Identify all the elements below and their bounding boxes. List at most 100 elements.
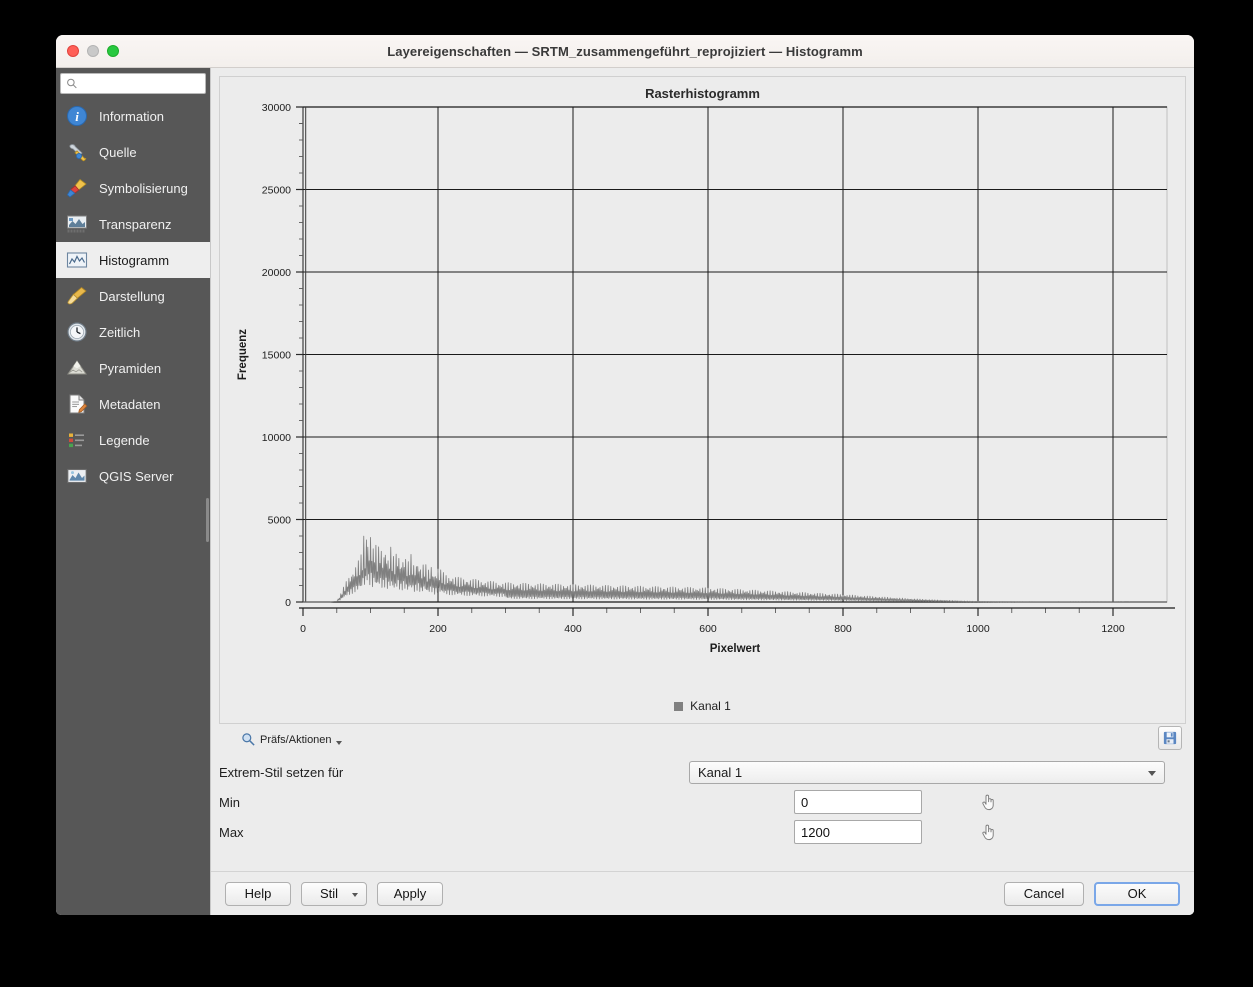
y-tick-label: 5000 [268,515,292,527]
x-tick-label: 0 [300,623,306,635]
minimize-window-button[interactable] [87,45,99,57]
sidebar-item-label: Pyramiden [99,360,162,376]
sidebar-item-label: Transparenz [99,216,172,232]
x-tick-label: 200 [429,623,447,635]
sidebar-item-label: Darstellung [99,288,165,304]
sidebar-nav-list: i Information Quelle Symbolisierung Transpar… [56,98,210,494]
chart-canvas: 0 5000 10000 15000 20000 25000 30000 0 200 400 600… [237,102,1175,655]
y-tick-label: 10000 [262,432,291,444]
window-controls [67,45,119,57]
x-tick-label: 1000 [966,623,990,635]
sidebar-item-metadaten[interactable]: Metadaten [56,386,210,422]
save-histogram-button[interactable] [1158,726,1182,750]
sidebar-item-information[interactable]: i Information [56,98,210,134]
band-select[interactable]: Kanal 1 [689,760,1165,784]
x-tick-label: 400 [564,623,582,635]
chart-legend: Kanal 1 [220,699,1185,713]
prefs-actions-label: Präfs/Aktionen [260,733,332,746]
sidebar-item-histogramm[interactable]: Histogramm [56,242,210,278]
min-picker-icon[interactable] [978,792,998,812]
sidebar-item-quelle[interactable]: Quelle [56,134,210,170]
hand-pointer-icon [982,824,994,840]
sidebar-item-label: Quelle [99,144,137,160]
paintbrush-icon [66,285,88,307]
sidebar: i Information Quelle Symbolisierung Transpar… [56,68,210,915]
min-input[interactable] [794,790,922,814]
hand-pointer-icon [982,794,994,810]
content-panel: Rasterhistogramm 0 5000 10000 15000 20000 250… [210,68,1194,915]
window-titlebar: Layereigenschaften — SRTM_zusammengeführ… [56,35,1194,68]
x-axis-title: Pixelwert [710,643,761,655]
raster-icon [66,213,88,235]
sidebar-item-pyramiden[interactable]: Pyramiden [56,350,210,386]
chevron-down-icon [1148,770,1156,776]
document-icon [66,393,88,415]
dialog-body: i Information Quelle Symbolisierung Transpar… [56,68,1194,915]
chevron-down-icon [335,741,342,745]
y-tick-label: 25000 [262,185,291,197]
y-axis-title: Frequenz [237,329,249,380]
chevron-down-icon [352,892,358,897]
help-button[interactable]: Help [225,881,291,906]
sidebar-item-symbolisierung[interactable]: Symbolisierung [56,170,210,206]
extrem-style-label: Extrem-Stil setzen für [219,764,344,780]
histogram-icon [66,249,88,271]
x-tick-label: 600 [699,623,717,635]
sidebar-item-transparenz[interactable]: Transparenz [56,206,210,242]
sidebar-item-label: Symbolisierung [99,180,188,196]
extrem-style-row: Extrem-Stil setzen für Kanal 1 [219,760,1182,784]
legend-label-kanal-1: Kanal 1 [690,699,731,713]
pyramid-icon [66,357,88,379]
max-label: Max [219,824,244,840]
y-tick-label: 0 [285,597,291,609]
magnifier-prefs-icon [242,733,255,746]
dialog-footer: Help Stil Apply Cancel OK [211,871,1194,915]
floppy-save-icon [1163,731,1177,745]
close-window-button[interactable] [67,45,79,57]
footer-right-buttons: Cancel OK [1004,881,1180,906]
stil-button[interactable]: Stil [301,881,367,906]
x-tick-label: 1200 [1101,623,1125,635]
min-row: Min [219,790,1182,814]
apply-button[interactable]: Apply [377,881,443,906]
sidebar-item-label: QGIS Server [99,468,174,484]
svg-text:i: i [75,109,79,124]
max-picker-icon[interactable] [978,822,998,842]
layer-properties-dialog: Layereigenschaften — SRTM_zusammengeführ… [56,35,1194,915]
sidebar-item-label: Information [99,108,165,124]
search-icon [67,78,77,89]
sidebar-item-label: Zeitlich [99,324,141,340]
cancel-button[interactable]: Cancel [1004,881,1084,906]
search-input[interactable] [77,76,200,91]
maximize-window-button[interactable] [107,45,119,57]
y-tick-label: 20000 [262,267,291,279]
sidebar-search-wrap [56,68,210,98]
band-select-value: Kanal 1 [698,764,743,780]
prefs-actions-menu[interactable]: Präfs/Aktionen [241,732,342,747]
sidebar-scrollbar[interactable] [206,498,209,542]
sidebar-item-zeitlich[interactable]: Zeitlich [56,314,210,350]
x-tick-label: 800 [834,623,852,635]
legend-icon [66,429,88,451]
histogram-chart: Rasterhistogramm 0 5000 10000 15000 20000 250… [219,76,1186,724]
legend-swatch-kanal-1 [674,701,684,711]
max-input[interactable] [794,820,922,844]
sidebar-item-legende[interactable]: Legende [56,422,210,458]
min-label: Min [219,794,240,810]
search-box[interactable] [60,73,206,94]
y-tick-label: 30000 [262,102,291,114]
wrench-icon [66,141,88,163]
sidebar-item-label: Metadaten [99,396,161,412]
ok-button[interactable]: OK [1094,881,1180,906]
stil-button-label: Stil [319,886,339,901]
sidebar-item-darstellung[interactable]: Darstellung [56,278,210,314]
window-title: Layereigenschaften — SRTM_zusammengeführ… [387,43,863,59]
info-icon: i [66,105,88,127]
sidebar-item-label: Histogramm [99,252,170,268]
clock-icon [66,321,88,343]
max-row: Max [219,820,1182,844]
sidebar-item-qgis-server[interactable]: QGIS Server [56,458,210,494]
brush-icon [66,177,88,199]
sidebar-item-label: Legende [99,432,150,448]
y-tick-label: 15000 [262,350,291,362]
